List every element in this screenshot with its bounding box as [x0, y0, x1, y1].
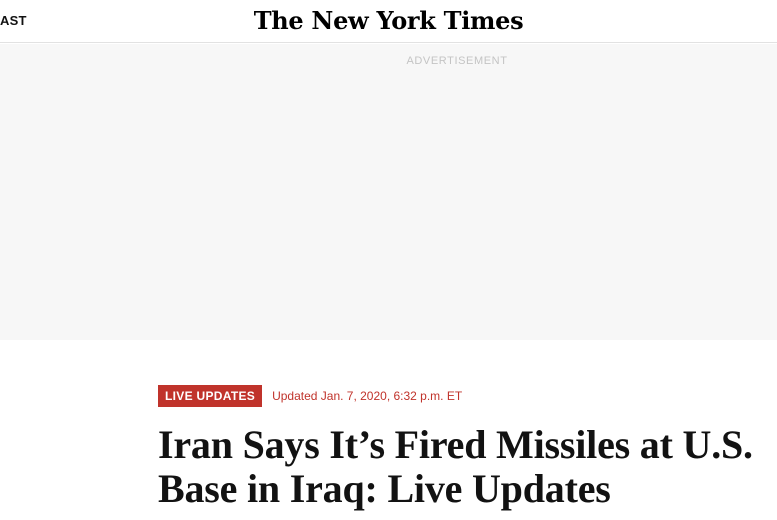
live-updates-badge: LIVE UPDATES — [158, 385, 263, 407]
updated-timestamp: Updated Jan. 7, 2020, 6:32 p.m. ET — [272, 389, 463, 403]
masthead: AST The New York Times — [0, 0, 777, 43]
advertisement-label: ADVERTISEMENT — [406, 55, 508, 67]
nyt-logo[interactable]: The New York Times — [0, 6, 777, 35]
advertisement-slot: ADVERTISEMENT — [0, 44, 777, 340]
article-header: LIVE UPDATES Updated Jan. 7, 2020, 6:32 … — [158, 385, 758, 511]
kicker-row: LIVE UPDATES Updated Jan. 7, 2020, 6:32 … — [158, 385, 758, 407]
article-headline: Iran Says It’s Fired Missiles at U.S. Ba… — [158, 422, 753, 511]
